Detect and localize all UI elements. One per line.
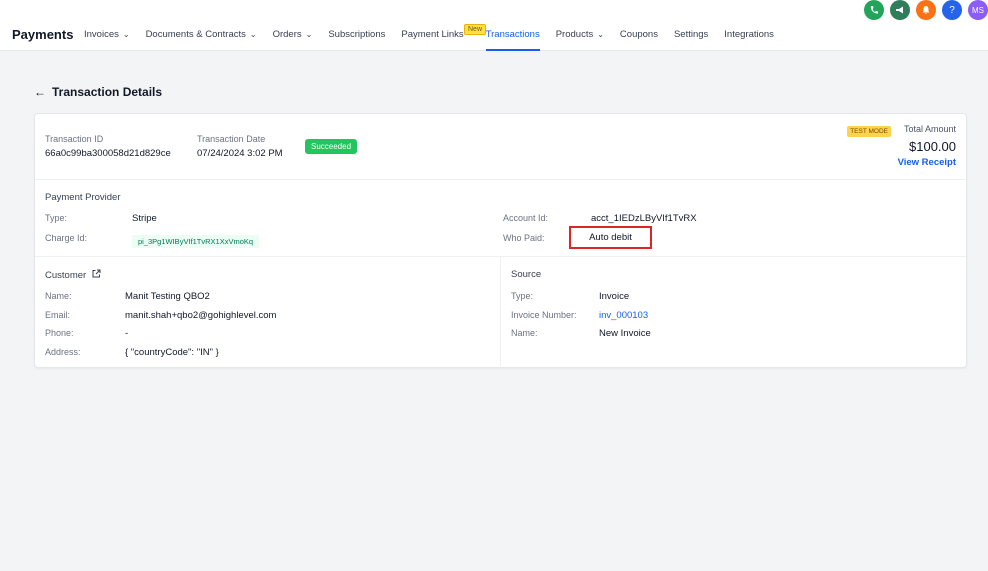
phone-icon[interactable]	[864, 0, 884, 20]
customer-email-value: manit.shah+qbo2@gohighlevel.com	[125, 310, 277, 321]
customer-email-label: Email:	[45, 310, 71, 320]
source-name-label: Name:	[511, 328, 538, 338]
tab-coupons[interactable]: Coupons	[620, 29, 658, 40]
customer-source-section: Customer Name: Manit Testing QBO2 Email:…	[35, 257, 966, 369]
header-actions: ? MS	[864, 0, 988, 20]
provider-type-value: Stripe	[132, 213, 157, 224]
tab-documents-contracts[interactable]: Documents & Contracts ⌄	[146, 29, 257, 40]
bell-icon[interactable]	[916, 0, 936, 20]
tab-label: Products	[555, 29, 594, 40]
source-type-label: Type:	[511, 291, 534, 301]
customer-name-value: Manit Testing QBO2	[125, 291, 210, 302]
total-amount-value: $100.00	[909, 139, 956, 154]
transaction-summary: Transaction ID 66a0c99ba300058d21d829ce …	[35, 114, 966, 180]
tab-label: Documents & Contracts	[145, 29, 246, 40]
app-brand: Payments	[12, 27, 74, 42]
chevron-down-icon: ⌄	[122, 30, 130, 39]
tab-subscriptions[interactable]: Subscriptions	[328, 29, 385, 40]
invoice-number-label: Invoice Number:	[511, 310, 577, 320]
customer-phone-value: -	[125, 328, 129, 339]
who-paid-label: Who Paid:	[503, 233, 545, 243]
payment-provider-section: Payment Provider Type: Stripe Charge Id:…	[35, 180, 966, 257]
charge-id-label: Charge Id:	[45, 233, 88, 243]
top-navigation: Payments Invoices ⌄ Documents & Contracts…	[0, 0, 988, 51]
view-receipt-link[interactable]: View Receipt	[898, 157, 956, 168]
status-badge: Succeeded	[305, 139, 358, 154]
tab-label: Coupons	[619, 29, 658, 40]
tab-products[interactable]: Products ⌄	[556, 29, 604, 40]
chevron-down-icon: ⌄	[249, 30, 257, 39]
transaction-card: Transaction ID 66a0c99ba300058d21d829ce …	[34, 113, 967, 369]
megaphone-icon[interactable]	[890, 0, 910, 20]
tab-label: Integrations	[724, 29, 774, 40]
tab-transactions[interactable]: Transactions	[485, 29, 540, 51]
account-id-label: Account Id:	[503, 213, 549, 223]
customer-name-label: Name:	[45, 291, 72, 301]
charge-id-value: pi_3Pg1WIByVIf1TvRX1XxVmoKq	[132, 235, 260, 248]
source-type-value: Invoice	[599, 291, 630, 302]
account-id-value: acct_1IEDzLByVIf1TvRX	[591, 213, 697, 224]
arrow-left-icon: ←	[34, 85, 46, 99]
tab-orders[interactable]: Orders ⌄	[273, 29, 313, 40]
tab-label: Payment Links	[401, 29, 464, 40]
test-mode-badge: TEST MODE	[847, 126, 891, 137]
nav-tabs: Invoices ⌄ Documents & Contracts ⌄ Orders ⌄…	[84, 29, 790, 51]
transaction-id-value: 66a0c99ba300058d21d829ce	[45, 148, 171, 159]
customer-address-label: Address:	[45, 347, 81, 357]
transaction-id-label: Transaction ID	[45, 134, 104, 144]
transaction-date-value: 07/24/2024 3:02 PM	[197, 148, 283, 159]
customer-phone-label: Phone:	[45, 328, 74, 338]
tab-payment-links[interactable]: Payment Links	[401, 29, 463, 40]
chevron-down-icon: ⌄	[305, 30, 313, 39]
tab-label: Transactions	[485, 29, 540, 40]
tab-invoices[interactable]: Invoices ⌄	[84, 29, 130, 40]
total-amount-label: Total Amount	[903, 124, 956, 134]
customer-heading-text: Customer	[45, 269, 87, 281]
tab-label: Invoices	[84, 29, 119, 40]
help-icon[interactable]: ?	[942, 0, 962, 20]
external-link-icon[interactable]	[92, 269, 101, 281]
column-divider	[500, 257, 501, 369]
tab-integrations[interactable]: Integrations	[724, 29, 774, 40]
back-button[interactable]: ← Transaction Details	[34, 85, 162, 99]
page-title: Transaction Details	[52, 85, 163, 99]
provider-type-label: Type:	[45, 213, 68, 223]
tab-label: Orders	[272, 29, 302, 40]
invoice-number-link[interactable]: inv_000103	[599, 310, 648, 321]
who-paid-value: Auto debit	[589, 232, 632, 243]
payment-provider-heading: Payment Provider	[45, 192, 121, 203]
who-paid-highlight: Auto debit	[569, 226, 652, 249]
transaction-date-label: Transaction Date	[197, 134, 266, 144]
tab-label: Subscriptions	[328, 29, 386, 40]
tab-label: Settings	[673, 29, 709, 40]
avatar[interactable]: MS	[968, 0, 988, 20]
source-heading: Source	[511, 269, 542, 280]
charge-id-chip: pi_3Pg1WIByVIf1TvRX1XxVmoKq	[132, 231, 260, 249]
customer-address-value: { "countryCode": "IN" }	[125, 347, 219, 358]
new-badge: New	[464, 24, 487, 35]
customer-heading: Customer	[45, 269, 101, 281]
source-name-value: New Invoice	[599, 328, 651, 339]
chevron-down-icon: ⌄	[597, 30, 604, 39]
tab-settings[interactable]: Settings	[674, 29, 708, 40]
